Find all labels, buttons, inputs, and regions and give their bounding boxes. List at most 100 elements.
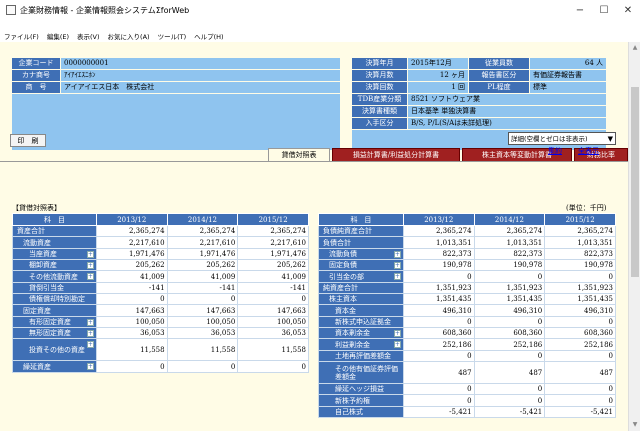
- scroll-up-icon[interactable]: ▲: [629, 42, 640, 54]
- value-cell: 0: [402, 349, 475, 363]
- maximize-button[interactable]: ☐: [592, 5, 616, 16]
- value-cell: 41,009: [237, 270, 309, 283]
- display-mode-select[interactable]: 詳細(空欄とゼロは非表示) ▼: [508, 132, 616, 145]
- expand-icon[interactable]: +: [86, 273, 94, 281]
- pl-level-label: PL程度: [469, 82, 529, 93]
- window-title: 企業財務情報 - 企業情報照会システムΣforWeb: [20, 5, 190, 15]
- menu-tools[interactable]: ツール(T): [158, 31, 187, 41]
- count-label: 決算回数: [352, 82, 407, 93]
- value-cell: 2,365,274: [544, 224, 616, 238]
- row-label-text: 負債純資産合計: [323, 227, 372, 236]
- tab-balance-sheet[interactable]: 貸借対照表: [268, 148, 330, 162]
- menu-file[interactable]: ファイル(F): [4, 31, 39, 41]
- summary-link[interactable]: 集約: [548, 146, 562, 156]
- value-cell: 11,558: [95, 338, 168, 362]
- value-cell: -141: [237, 281, 309, 295]
- row-label: 固定資産: [12, 304, 97, 317]
- row-label-text: 新株式申込証拠金: [335, 317, 391, 326]
- value-cell: 1,351,435: [544, 293, 616, 306]
- months-label: 決算月数: [352, 70, 407, 81]
- value-cell: 2,217,610: [166, 236, 239, 249]
- value-cell: 0: [237, 360, 309, 373]
- report-type-label: 報告書区分: [469, 70, 529, 81]
- table-row: 繰延ヘッジ損益 0 0 0: [318, 383, 616, 396]
- table-row: 負債合計 1,013,351 1,013,351 1,013,351: [318, 236, 616, 249]
- row-label: 無形固定資産 +: [12, 327, 97, 340]
- row-label-text: 固定資産: [23, 306, 51, 315]
- row-label-text: 利益剰余金: [335, 340, 370, 349]
- table-row: その他有価証券評価差額金 487 487 487: [318, 361, 616, 385]
- value-cell: 2,365,274: [237, 224, 309, 238]
- table-row: 純資産合計 1,351,923 1,351,923 1,351,923: [318, 281, 616, 295]
- expand-icon[interactable]: +: [86, 318, 94, 326]
- row-label-text: 無形固定資産: [29, 329, 71, 338]
- table-row: その他流動資産 +41,009 41,009 41,009: [12, 270, 309, 283]
- print-button[interactable]: 印 刷: [10, 134, 46, 147]
- value-cell: 0: [473, 349, 546, 363]
- expand-icon[interactable]: +: [393, 330, 401, 338]
- industry-label: TDB産業分類: [352, 94, 407, 105]
- row-label: その他有価証券評価差額金: [318, 361, 404, 385]
- value-cell: -141: [95, 281, 168, 295]
- expand-icon[interactable]: +: [393, 250, 401, 258]
- tab-income-statement[interactable]: 損益計算書/利益処分計算書: [332, 148, 460, 162]
- value-cell: 205,262: [166, 259, 239, 272]
- company-code-value: 0000000001: [61, 58, 340, 69]
- value-cell: 11,558: [237, 338, 309, 362]
- expand-icon[interactable]: +: [86, 363, 94, 371]
- value-cell: 0: [402, 383, 475, 396]
- value-cell: 1,351,923: [473, 281, 546, 295]
- row-label-text: その他有価証券評価差額金: [335, 364, 398, 381]
- menu-edit[interactable]: 編集(E): [47, 31, 69, 41]
- value-cell: 190,978: [544, 259, 616, 272]
- value-cell: 0: [402, 394, 475, 407]
- table-row: 負債純資産合計 2,365,274 2,365,274 2,365,274: [318, 224, 616, 238]
- vertical-scrollbar[interactable]: ▲ ▼: [628, 42, 640, 431]
- value-cell: 100,050: [95, 315, 168, 329]
- employees-label: 従業員数: [469, 58, 529, 69]
- value-cell: 190,978: [473, 259, 546, 272]
- scroll-thumb[interactable]: [631, 87, 639, 277]
- show-all-link[interactable]: 全表示: [578, 146, 599, 156]
- col-header-item: 科 目: [318, 213, 404, 226]
- row-label: 資産合計: [12, 224, 97, 238]
- table-row: 流動資産 2,217,610 2,217,610 2,217,610: [12, 236, 309, 249]
- menu-help[interactable]: ヘルプ(H): [194, 31, 223, 41]
- value-cell: 822,373: [402, 247, 475, 261]
- expand-icon[interactable]: +: [393, 262, 401, 270]
- expand-icon[interactable]: +: [393, 341, 401, 349]
- expand-icon[interactable]: +: [86, 262, 94, 270]
- trade-name-label: 商 号: [12, 82, 60, 93]
- row-label: 新株予約権: [318, 394, 404, 407]
- months-value: 12 ヶ月: [408, 70, 468, 81]
- value-cell: 100,050: [237, 315, 309, 329]
- menu-view[interactable]: 表示(V): [77, 31, 100, 41]
- row-label: 利益剰余金 +: [318, 338, 404, 351]
- value-cell: 0: [166, 360, 239, 373]
- expand-icon[interactable]: +: [393, 273, 401, 281]
- scroll-down-icon[interactable]: ▼: [629, 419, 640, 431]
- expand-icon[interactable]: +: [86, 250, 94, 258]
- value-cell: 11,558: [166, 338, 239, 362]
- menu-favorites[interactable]: お気に入り(A): [108, 31, 150, 41]
- value-cell: 0: [544, 349, 616, 363]
- value-cell: -5,421: [402, 405, 475, 419]
- tab-divider: [0, 161, 628, 162]
- table-row: 有形固定資産 +100,050 100,050 100,050: [12, 315, 309, 329]
- expand-icon[interactable]: +: [86, 341, 94, 349]
- value-cell: 608,360: [402, 327, 475, 340]
- unit-label: (単位：千円): [566, 204, 607, 212]
- row-label: 純資産合計: [318, 281, 404, 295]
- statement-type-label: 決算書種類: [352, 106, 407, 117]
- close-button[interactable]: ✕: [616, 5, 640, 16]
- row-label-text: 株主資本: [329, 295, 357, 304]
- row-label-text: 新株予約権: [335, 396, 370, 405]
- minimize-button[interactable]: −: [568, 5, 592, 16]
- acquisition-value: B/S, P/L(S/Aは未詳処理): [408, 118, 606, 129]
- value-cell: 608,360: [544, 327, 616, 340]
- value-cell: 0: [166, 293, 239, 306]
- table-row: 固定負債 +190,978 190,978 190,978: [318, 259, 616, 272]
- expand-icon[interactable]: +: [86, 330, 94, 338]
- row-label: 当座資産 +: [12, 247, 97, 261]
- value-cell: 0: [402, 270, 475, 283]
